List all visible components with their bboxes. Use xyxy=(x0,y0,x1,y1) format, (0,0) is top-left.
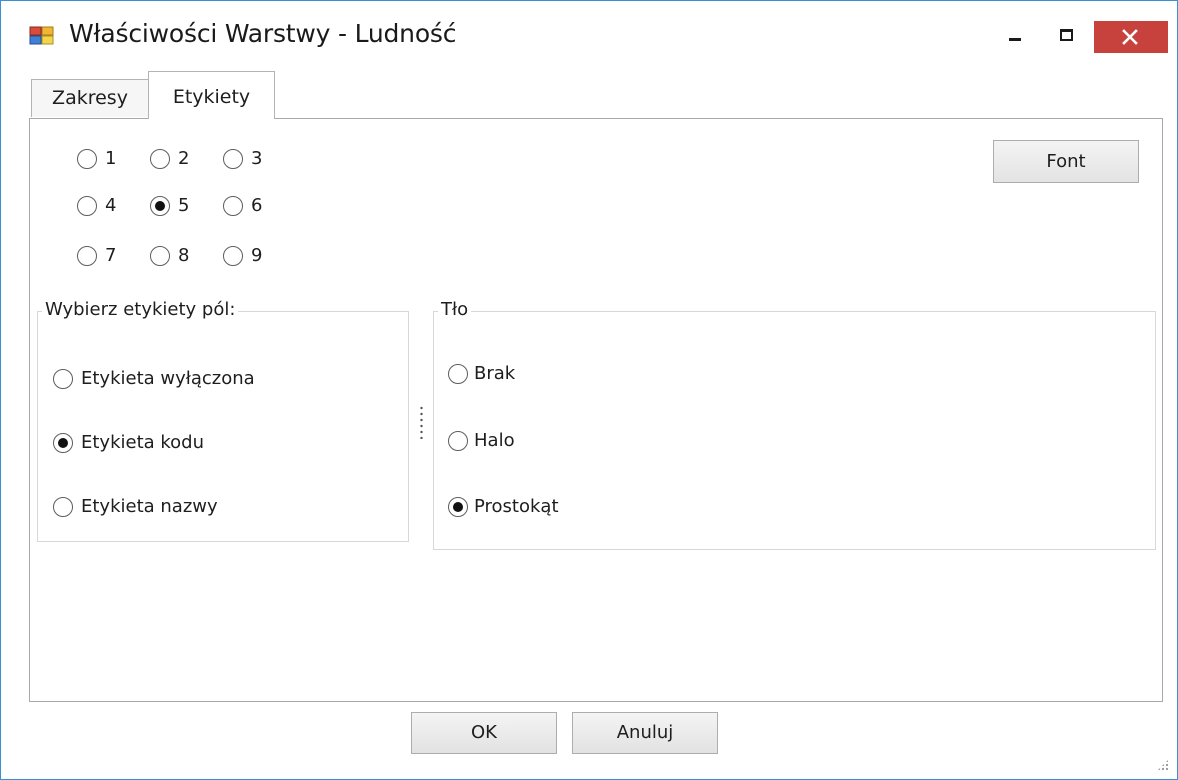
radio-label-text: Etykieta wyłączona xyxy=(81,368,255,389)
ok-button[interactable]: OK xyxy=(411,712,557,754)
radio-circle[interactable] xyxy=(53,496,73,517)
position-label: 5 xyxy=(178,195,190,216)
position-label: 8 xyxy=(178,245,190,266)
window-title: Właściwości Warstwy - Ludność xyxy=(69,19,457,48)
radio-circle[interactable] xyxy=(53,368,73,389)
position-radio-6[interactable]: 6 xyxy=(223,195,262,216)
field-labels-group-title: Wybierz etykiety pól: xyxy=(42,299,239,320)
radio-circle[interactable] xyxy=(150,245,170,266)
radio-label-name[interactable]: Etykieta nazwy xyxy=(53,496,218,517)
radio-circle-selected[interactable] xyxy=(53,432,73,453)
radio-label-code[interactable]: Etykieta kodu xyxy=(53,432,204,453)
resize-grip[interactable] xyxy=(1157,759,1169,771)
minimize-icon[interactable] xyxy=(997,21,1037,51)
font-button[interactable]: Font xyxy=(993,140,1139,183)
radio-label-text: Halo xyxy=(474,430,515,451)
position-radio-9[interactable]: 9 xyxy=(223,245,262,266)
close-button[interactable] xyxy=(1094,21,1168,53)
position-label: 2 xyxy=(178,148,190,169)
radio-circle-selected[interactable] xyxy=(448,496,468,517)
radio-label-text: Etykieta kodu xyxy=(81,432,205,453)
etykiety-tab-panel: 1 2 3 4 5 6 7 8 9 Font Wybierz etykiety … xyxy=(29,118,1163,702)
field-labels-group: Wybierz etykiety pól: Etykieta wyłączona… xyxy=(37,299,409,542)
position-label: 7 xyxy=(105,245,117,266)
radio-circle-selected[interactable] xyxy=(150,195,170,216)
splitter-handle[interactable] xyxy=(420,405,423,439)
background-group-title: Tło xyxy=(438,299,472,320)
radio-circle[interactable] xyxy=(223,195,243,216)
position-label: 6 xyxy=(251,195,263,216)
radio-label-text: Etykieta nazwy xyxy=(81,496,218,517)
position-label: 1 xyxy=(105,148,117,169)
position-radio-7[interactable]: 7 xyxy=(77,245,116,266)
close-icon xyxy=(1122,29,1138,45)
position-radio-2[interactable]: 2 xyxy=(150,148,189,169)
maximize-icon[interactable] xyxy=(1046,21,1086,51)
layer-properties-window: Właściwości Warstwy - Ludność Zakresy Et… xyxy=(0,0,1178,780)
radio-background-rectangle[interactable]: Prostokąt xyxy=(448,496,559,517)
radio-circle[interactable] xyxy=(448,363,468,384)
position-radio-3[interactable]: 3 xyxy=(223,148,262,169)
radio-circle[interactable] xyxy=(77,245,97,266)
radio-label-off[interactable]: Etykieta wyłączona xyxy=(53,368,255,389)
position-radio-4[interactable]: 4 xyxy=(77,195,116,216)
radio-label-text: Prostokąt xyxy=(474,496,559,517)
tab-etykiety[interactable]: Etykiety xyxy=(148,71,275,119)
position-radio-8[interactable]: 8 xyxy=(150,245,189,266)
position-label: 4 xyxy=(105,195,117,216)
title-bar[interactable]: Właściwości Warstwy - Ludność xyxy=(1,1,1177,59)
position-label: 9 xyxy=(251,245,263,266)
radio-circle[interactable] xyxy=(223,245,243,266)
radio-circle[interactable] xyxy=(448,430,468,451)
tab-zakresy[interactable]: Zakresy xyxy=(31,79,149,117)
background-group: Tło Brak Halo Prostokąt xyxy=(433,299,1156,550)
position-radio-5[interactable]: 5 xyxy=(150,195,189,216)
radio-circle[interactable] xyxy=(223,148,243,169)
radio-circle[interactable] xyxy=(77,195,97,216)
layer-properties-icon xyxy=(29,26,55,46)
radio-circle[interactable] xyxy=(150,148,170,169)
cancel-button[interactable]: Anuluj xyxy=(572,712,718,754)
radio-background-halo[interactable]: Halo xyxy=(448,430,515,451)
position-label: 3 xyxy=(251,148,263,169)
position-radio-1[interactable]: 1 xyxy=(77,148,116,169)
radio-label-text: Brak xyxy=(474,363,516,384)
radio-circle[interactable] xyxy=(77,148,97,169)
radio-background-none[interactable]: Brak xyxy=(448,363,515,384)
